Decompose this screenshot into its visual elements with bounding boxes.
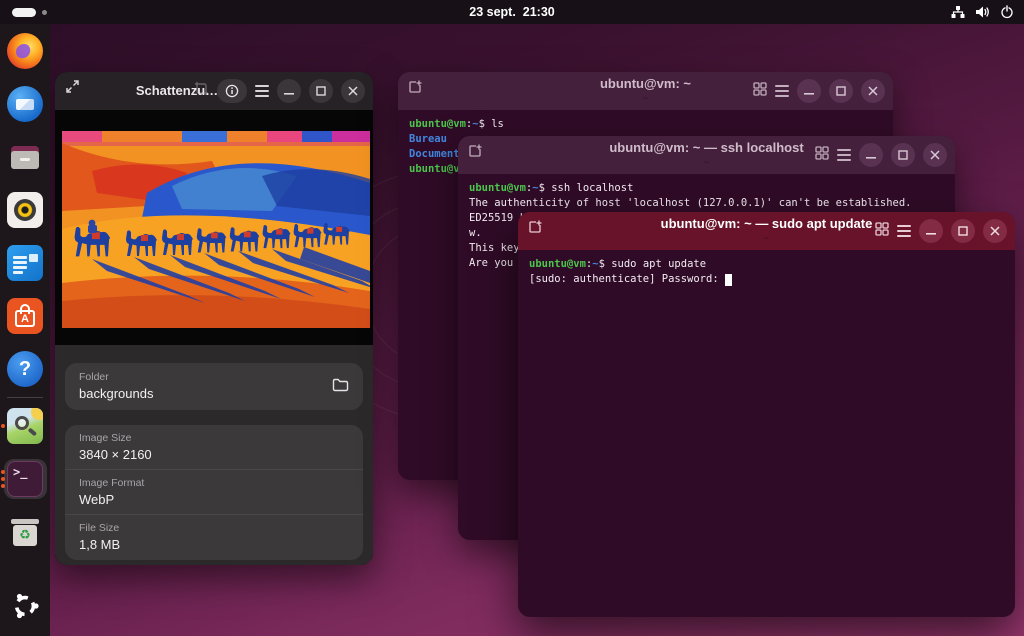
terminal-line: [sudo: authenticate] Password: bbox=[529, 272, 1004, 287]
minimize-button[interactable] bbox=[797, 79, 821, 103]
new-tab-icon[interactable] bbox=[468, 143, 483, 163]
file-size-label: File Size bbox=[79, 522, 349, 534]
terminal-text-segment: ubuntu@vm bbox=[469, 182, 526, 194]
show-apps-button[interactable] bbox=[4, 588, 47, 628]
clock[interactable]: 23 sept. 21:30 bbox=[0, 5, 1024, 19]
crop-icon[interactable] bbox=[194, 81, 209, 101]
dock-item-trash[interactable]: ♻ bbox=[4, 512, 47, 552]
dock-item-libreoffice-writer[interactable] bbox=[4, 243, 47, 283]
dock-separator bbox=[7, 397, 43, 398]
maximize-button[interactable] bbox=[891, 143, 915, 167]
folder-value: backgrounds bbox=[79, 386, 349, 401]
close-button[interactable] bbox=[923, 143, 947, 167]
system-tray[interactable] bbox=[951, 0, 1014, 24]
close-button[interactable] bbox=[983, 219, 1007, 243]
folder-row[interactable]: Folder backgrounds bbox=[65, 363, 363, 410]
file-size-value: 1,8 MB bbox=[79, 537, 349, 552]
top-bar: 23 sept. 21:30 bbox=[0, 0, 1024, 24]
menu-icon[interactable] bbox=[837, 149, 851, 161]
terminal-line: ubuntu@vm:~$ sudo apt update bbox=[529, 257, 1004, 272]
expand-icon[interactable] bbox=[65, 79, 80, 99]
maximize-button[interactable] bbox=[951, 219, 975, 243]
metadata-card: Image Size 3840 × 2160 Image Format WebP… bbox=[65, 425, 363, 560]
network-icon[interactable] bbox=[951, 5, 965, 19]
dock-item-files[interactable] bbox=[4, 137, 47, 177]
terminal-text-segment: $ ssh localhost bbox=[539, 182, 634, 194]
image-format-label: Image Format bbox=[79, 477, 349, 489]
power-icon[interactable] bbox=[1000, 5, 1014, 19]
volume-icon[interactable] bbox=[975, 5, 990, 19]
terminal-text-segment: ubuntu@vm bbox=[409, 118, 466, 130]
tab-grid-icon[interactable] bbox=[753, 82, 767, 101]
ubuntu-logo-icon bbox=[11, 592, 39, 625]
maximize-button[interactable] bbox=[309, 79, 333, 103]
terminal-text-segment: w. bbox=[469, 227, 482, 239]
tab-grid-icon[interactable] bbox=[875, 222, 889, 241]
terminal1-titlebar[interactable]: ubuntu@vm: ~ ~ bbox=[398, 72, 893, 110]
image-size-value: 3840 × 2160 bbox=[79, 447, 349, 462]
desktop: 23 sept. 21:30 A ? bbox=[0, 0, 1024, 636]
dock-item-rhythmbox[interactable] bbox=[4, 190, 47, 230]
terminal-line: ubuntu@vm:~$ ls bbox=[409, 117, 882, 132]
terminal-text-segment: ubuntu@vm bbox=[529, 258, 586, 270]
terminal-text-segment: Bureau bbox=[409, 133, 447, 145]
terminal-window-3-sudo: ubuntu@vm: ~ — sudo apt update ~ ubuntu@… bbox=[518, 212, 1015, 617]
menu-icon[interactable] bbox=[897, 225, 911, 237]
camel-desert-photo bbox=[62, 131, 370, 328]
help-icon: ? bbox=[7, 351, 43, 387]
viewer-image-area bbox=[55, 110, 373, 345]
terminal-line: The authenticity of host 'localhost (127… bbox=[469, 196, 944, 211]
info-button[interactable] bbox=[217, 79, 247, 103]
running-indicator bbox=[1, 424, 5, 428]
terminal-text-segment bbox=[725, 274, 732, 286]
terminal-line: ubuntu@vm:~$ ssh localhost bbox=[469, 181, 944, 196]
close-button[interactable] bbox=[341, 79, 365, 103]
trash-icon: ♻ bbox=[7, 514, 43, 550]
close-button[interactable] bbox=[861, 79, 885, 103]
dock-item-firefox[interactable] bbox=[4, 31, 47, 71]
dock: A ? >_ ♻ bbox=[0, 24, 50, 636]
files-icon bbox=[7, 139, 43, 175]
folder-label: Folder bbox=[79, 371, 349, 383]
dock-item-image-viewer[interactable] bbox=[4, 406, 47, 446]
dock-item-thunderbird[interactable] bbox=[4, 84, 47, 124]
terminal-text-segment: $ sudo apt update bbox=[599, 258, 706, 270]
file-size-row: File Size 1,8 MB bbox=[65, 515, 363, 560]
image-size-label: Image Size bbox=[79, 432, 349, 444]
tab-grid-icon[interactable] bbox=[815, 146, 829, 165]
libreoffice-writer-icon bbox=[7, 245, 43, 281]
viewer-titlebar[interactable]: Schattenzu… bbox=[55, 72, 373, 110]
dock-item-help[interactable]: ? bbox=[4, 349, 47, 389]
minimize-button[interactable] bbox=[277, 79, 301, 103]
dock-item-app-center[interactable]: A bbox=[4, 296, 47, 336]
minimize-button[interactable] bbox=[919, 219, 943, 243]
maximize-button[interactable] bbox=[829, 79, 853, 103]
terminal-icon: >_ bbox=[7, 461, 43, 497]
image-size-row: Image Size 3840 × 2160 bbox=[65, 425, 363, 470]
menu-icon[interactable] bbox=[255, 85, 269, 97]
rhythmbox-icon bbox=[7, 192, 43, 228]
minimize-button[interactable] bbox=[859, 143, 883, 167]
new-tab-icon[interactable] bbox=[528, 219, 543, 239]
viewer-properties-panel: Folder backgrounds Image Size 3840 × 216… bbox=[55, 345, 373, 565]
firefox-icon bbox=[7, 33, 43, 69]
image-format-row: Image Format WebP bbox=[65, 470, 363, 515]
thunderbird-icon bbox=[7, 86, 43, 122]
image-viewer-icon bbox=[7, 408, 43, 444]
app-center-icon: A bbox=[7, 298, 43, 334]
menu-icon[interactable] bbox=[775, 85, 789, 97]
terminal-text-segment: The authenticity of host 'localhost (127… bbox=[469, 197, 912, 209]
terminal-text-segment: [sudo: authenticate] Password: bbox=[529, 273, 725, 285]
terminal2-titlebar[interactable]: ubuntu@vm: ~ — ssh localhost ~ bbox=[458, 136, 955, 174]
new-tab-icon[interactable] bbox=[408, 79, 423, 99]
image-format-value: WebP bbox=[79, 492, 349, 507]
image-viewer-window: Schattenzu… bbox=[55, 72, 373, 565]
terminal3-titlebar[interactable]: ubuntu@vm: ~ — sudo apt update ~ bbox=[518, 212, 1015, 250]
dock-item-terminal[interactable]: >_ bbox=[4, 459, 47, 499]
terminal3-body[interactable]: ubuntu@vm:~$ sudo apt update[sudo: authe… bbox=[518, 250, 1015, 294]
open-folder-icon[interactable] bbox=[332, 378, 349, 397]
running-indicator bbox=[1, 470, 5, 488]
terminal-text-segment: $ ls bbox=[479, 118, 504, 130]
